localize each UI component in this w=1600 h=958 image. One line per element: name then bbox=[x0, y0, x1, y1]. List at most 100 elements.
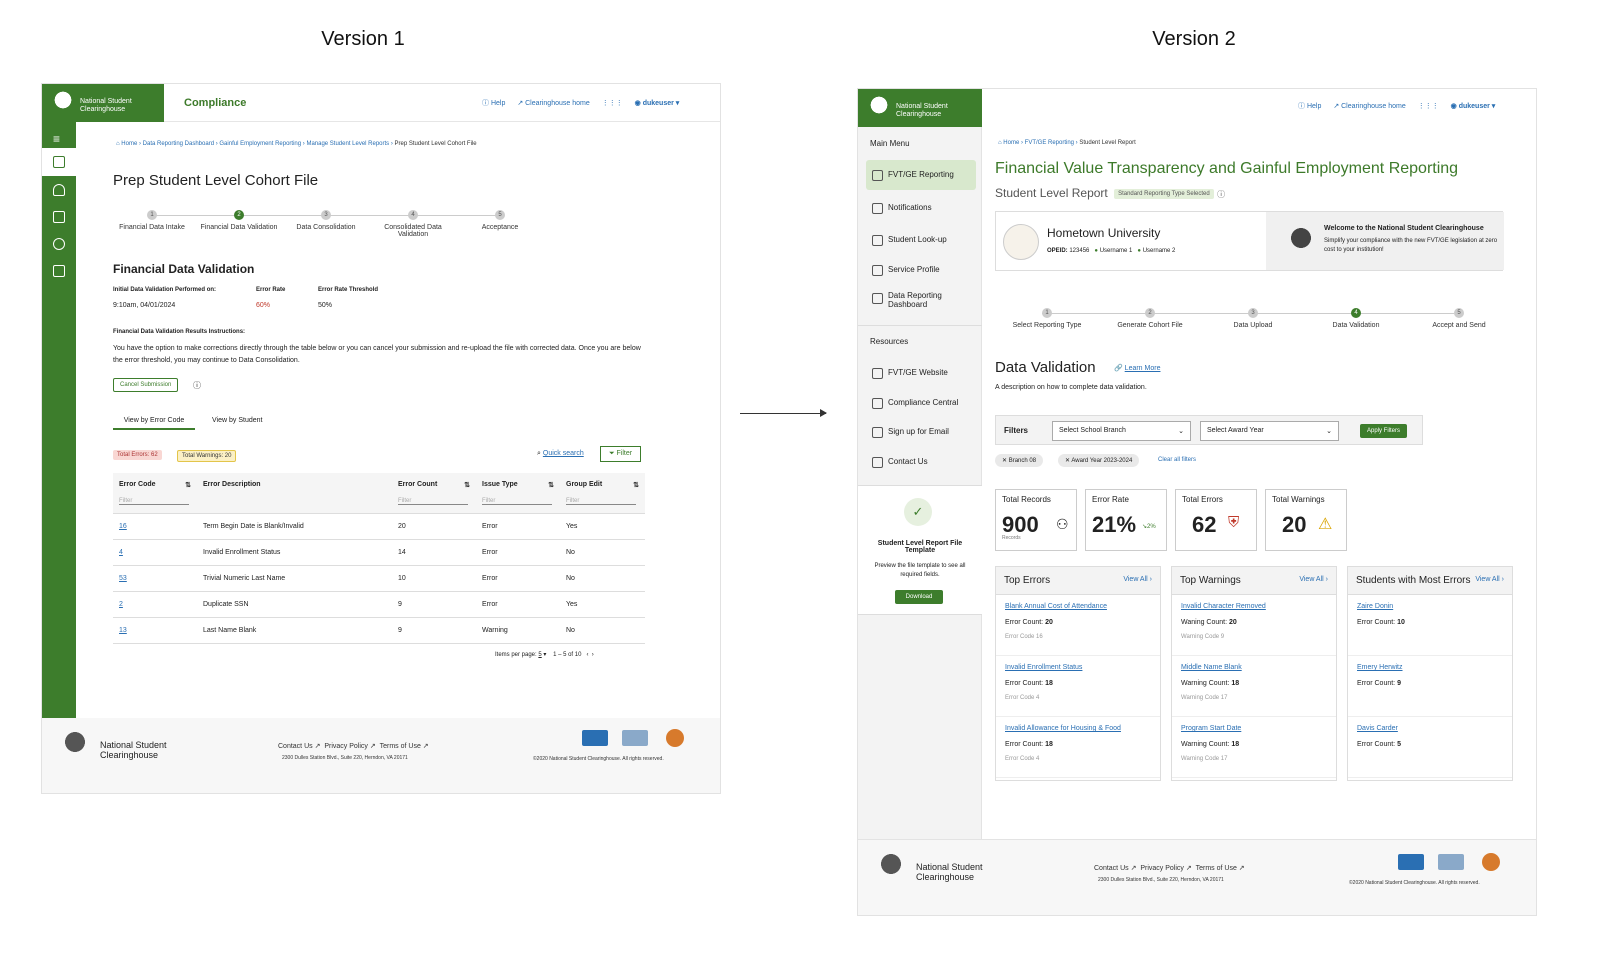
quick-search[interactable]: ⌕ Quick search bbox=[537, 450, 584, 458]
sort-icon[interactable]: ⇅ bbox=[633, 481, 639, 489]
step-4: 4 Consolidated Data Validation bbox=[384, 210, 442, 238]
sort-icon[interactable]: ⇅ bbox=[464, 481, 470, 489]
logo[interactable]: National Student Clearinghouse bbox=[858, 89, 982, 127]
footer-terms[interactable]: Terms of Use bbox=[380, 743, 421, 750]
step-1: 1 Select Reporting Type bbox=[1012, 308, 1082, 329]
breadcrumb: ⌂ Home › FVT/GE Reporting › Student Leve… bbox=[998, 140, 1136, 146]
view-all-link[interactable]: View All › bbox=[1475, 576, 1504, 583]
clear-filters-link[interactable]: Clear all filters bbox=[1158, 457, 1196, 463]
sidebar-item-student-lookup[interactable]: Student Look-up bbox=[866, 231, 976, 249]
view-all-link[interactable]: View All › bbox=[1123, 576, 1152, 583]
sidebar-item-service-profile[interactable]: Service Profile bbox=[866, 261, 976, 279]
help-link[interactable]: ⓘ Help bbox=[1298, 103, 1321, 110]
info-icon[interactable]: ⓘ bbox=[193, 380, 201, 391]
filter-chip-branch[interactable]: ✕ Branch 08 bbox=[995, 454, 1044, 467]
logo[interactable]: National Student Clearinghouse bbox=[42, 84, 164, 122]
apps-grid-icon[interactable]: ⋮⋮⋮ bbox=[602, 100, 623, 107]
book-icon[interactable] bbox=[53, 211, 65, 223]
settings-doc-icon[interactable] bbox=[53, 265, 65, 277]
download-button[interactable]: Download bbox=[895, 590, 943, 604]
filter-icon: ⏷ bbox=[609, 450, 617, 457]
sort-icon[interactable]: ⇅ bbox=[185, 481, 191, 489]
warning-icon: ⚠ bbox=[1318, 516, 1333, 533]
home-link[interactable]: ↗ Clearinghouse home bbox=[517, 100, 589, 107]
footer-privacy[interactable]: Privacy Policy bbox=[324, 743, 368, 750]
footer-terms[interactable]: Terms of Use bbox=[1196, 865, 1237, 872]
bell-icon[interactable] bbox=[53, 184, 65, 196]
apply-filters-button[interactable]: Apply Filters bbox=[1360, 424, 1408, 438]
learn-more-link[interactable]: 🔗 Learn More bbox=[1114, 364, 1160, 372]
privacy-badge bbox=[1438, 854, 1464, 870]
footer-brand: National Student Clearinghouse bbox=[100, 740, 167, 760]
award-year-select[interactable]: Select Award Year ⌄ bbox=[1200, 421, 1339, 441]
page-subtitle: Student Level Report bbox=[995, 186, 1108, 200]
items-per-page-select[interactable]: 5 bbox=[538, 652, 541, 658]
table-row: 4 Invalid Enrollment Status 14 Error No bbox=[113, 539, 645, 566]
step-5: 5 Acceptance bbox=[481, 210, 519, 231]
view-all-link[interactable]: View All › bbox=[1299, 576, 1328, 583]
next-page-icon[interactable]: › bbox=[592, 652, 594, 658]
version-2-screen: National Student Clearinghouse ⓘ Help ↗ … bbox=[857, 88, 1537, 916]
list-item: Program Start Date Warning Count: 18 Warni… bbox=[1172, 717, 1336, 778]
sidebar-item-website[interactable]: FVT/GE Website bbox=[866, 364, 976, 382]
filter-button[interactable]: ⏷ Filter bbox=[600, 446, 642, 462]
cancel-submission-button[interactable]: Cancel Submission bbox=[113, 378, 179, 392]
footer-brand: National Student Clearinghouse bbox=[916, 862, 983, 882]
menu-icon[interactable]: ≡ bbox=[53, 132, 60, 146]
sidebar-item-dashboard[interactable]: Data Reporting Dashboard bbox=[866, 289, 976, 311]
tree-logo-icon bbox=[60, 730, 90, 760]
user-menu[interactable]: ◉ dukeuser ▾ bbox=[1451, 103, 1496, 110]
user-menu[interactable]: ◉ dukeuser ▾ bbox=[635, 100, 680, 107]
sidebar-item-fvt-ge-reporting[interactable]: FVT/GE Reporting bbox=[866, 160, 976, 190]
arrow-icon bbox=[740, 409, 827, 417]
footer-contact[interactable]: Contact Us bbox=[278, 743, 313, 750]
welcome-banner: Welcome to the National Student Clearing… bbox=[1266, 212, 1504, 270]
filter-input[interactable]: Filter bbox=[566, 498, 636, 505]
sidebar-item-compliance-central[interactable]: Compliance Central bbox=[866, 394, 976, 412]
apps-grid-icon[interactable]: ⋮⋮⋮ bbox=[1418, 103, 1439, 110]
sidebar-item-email[interactable]: Sign up for Email bbox=[866, 423, 976, 441]
prev-page-icon[interactable]: ‹ bbox=[586, 652, 588, 658]
sidebar: Main Menu FVT/GE Reporting Notifications… bbox=[858, 127, 982, 915]
app-title: Compliance bbox=[184, 97, 247, 109]
sidebar-item-contact[interactable]: Contact Us bbox=[866, 453, 976, 471]
instructions: You have the option to make corrections … bbox=[113, 345, 641, 364]
top-errors-panel: Top Errors View All › Blank Annual Cost o… bbox=[995, 566, 1161, 781]
sort-icon[interactable]: ⇅ bbox=[548, 481, 554, 489]
step-3: 3 Data Upload bbox=[1233, 308, 1273, 329]
reporting-icon[interactable] bbox=[53, 156, 65, 168]
list-item: Emery Herwitz Error Count: 9 bbox=[1348, 656, 1512, 717]
version-1-title: Version 1 bbox=[321, 28, 405, 50]
footer-privacy[interactable]: Privacy Policy bbox=[1140, 865, 1184, 872]
filter-chip-year[interactable]: ✕ Award Year 2023-2024 bbox=[1058, 454, 1140, 467]
breadcrumb: ⌂ Home › Data Reporting Dashboard › Gain… bbox=[116, 141, 477, 147]
table-row: 13 Last Name Blank 9 Warning No bbox=[113, 617, 645, 644]
list-item: Zaire Donin Error Count: 10 bbox=[1348, 595, 1512, 656]
table-row: 16 Term Begin Date is Blank/Invalid 20 Erro… bbox=[113, 513, 645, 540]
step-2: 2 Generate Cohort File bbox=[1117, 308, 1183, 329]
filter-input[interactable]: Filter bbox=[482, 498, 552, 505]
university-seal-icon bbox=[1003, 224, 1039, 260]
tab-error-code[interactable]: View by Error Code bbox=[113, 417, 195, 430]
chevron-down-icon: ⌄ bbox=[1326, 428, 1332, 435]
filter-bar: Filters Select School Branch ⌄ Select Awa… bbox=[995, 415, 1423, 445]
table-row: 2 Duplicate SSN 9 Error Yes bbox=[113, 591, 645, 618]
school-branch-select[interactable]: Select School Branch ⌄ bbox=[1052, 421, 1191, 441]
sidebar-item-notifications[interactable]: Notifications bbox=[866, 199, 976, 217]
home-link[interactable]: ↗ Clearinghouse home bbox=[1333, 103, 1405, 110]
info-icon[interactable]: ⓘ bbox=[1217, 190, 1225, 199]
page-title: Financial Value Transparency and Gainful… bbox=[995, 160, 1459, 177]
footer-contact[interactable]: Contact Us bbox=[1094, 865, 1129, 872]
step-5: 5 Accept and Send bbox=[1432, 308, 1486, 329]
tab-student[interactable]: View by Student bbox=[212, 417, 262, 424]
list-item: Blank Annual Cost of Attendance Error Cou… bbox=[996, 595, 1160, 656]
help-link[interactable]: ⓘ Help bbox=[482, 100, 505, 107]
error-shield-icon: ⛨ bbox=[1228, 514, 1240, 531]
step-2: 2 Financial Data Validation bbox=[200, 210, 278, 231]
warnings-badge: Total Warnings: 20 bbox=[177, 450, 237, 462]
footer: National Student Clearinghouse Contact U… bbox=[858, 839, 1536, 915]
section-title: Financial Data Validation bbox=[113, 262, 255, 276]
users-icon[interactable] bbox=[53, 238, 65, 250]
filter-input[interactable]: Filter bbox=[398, 498, 468, 505]
filter-input[interactable]: Filter bbox=[119, 498, 189, 505]
